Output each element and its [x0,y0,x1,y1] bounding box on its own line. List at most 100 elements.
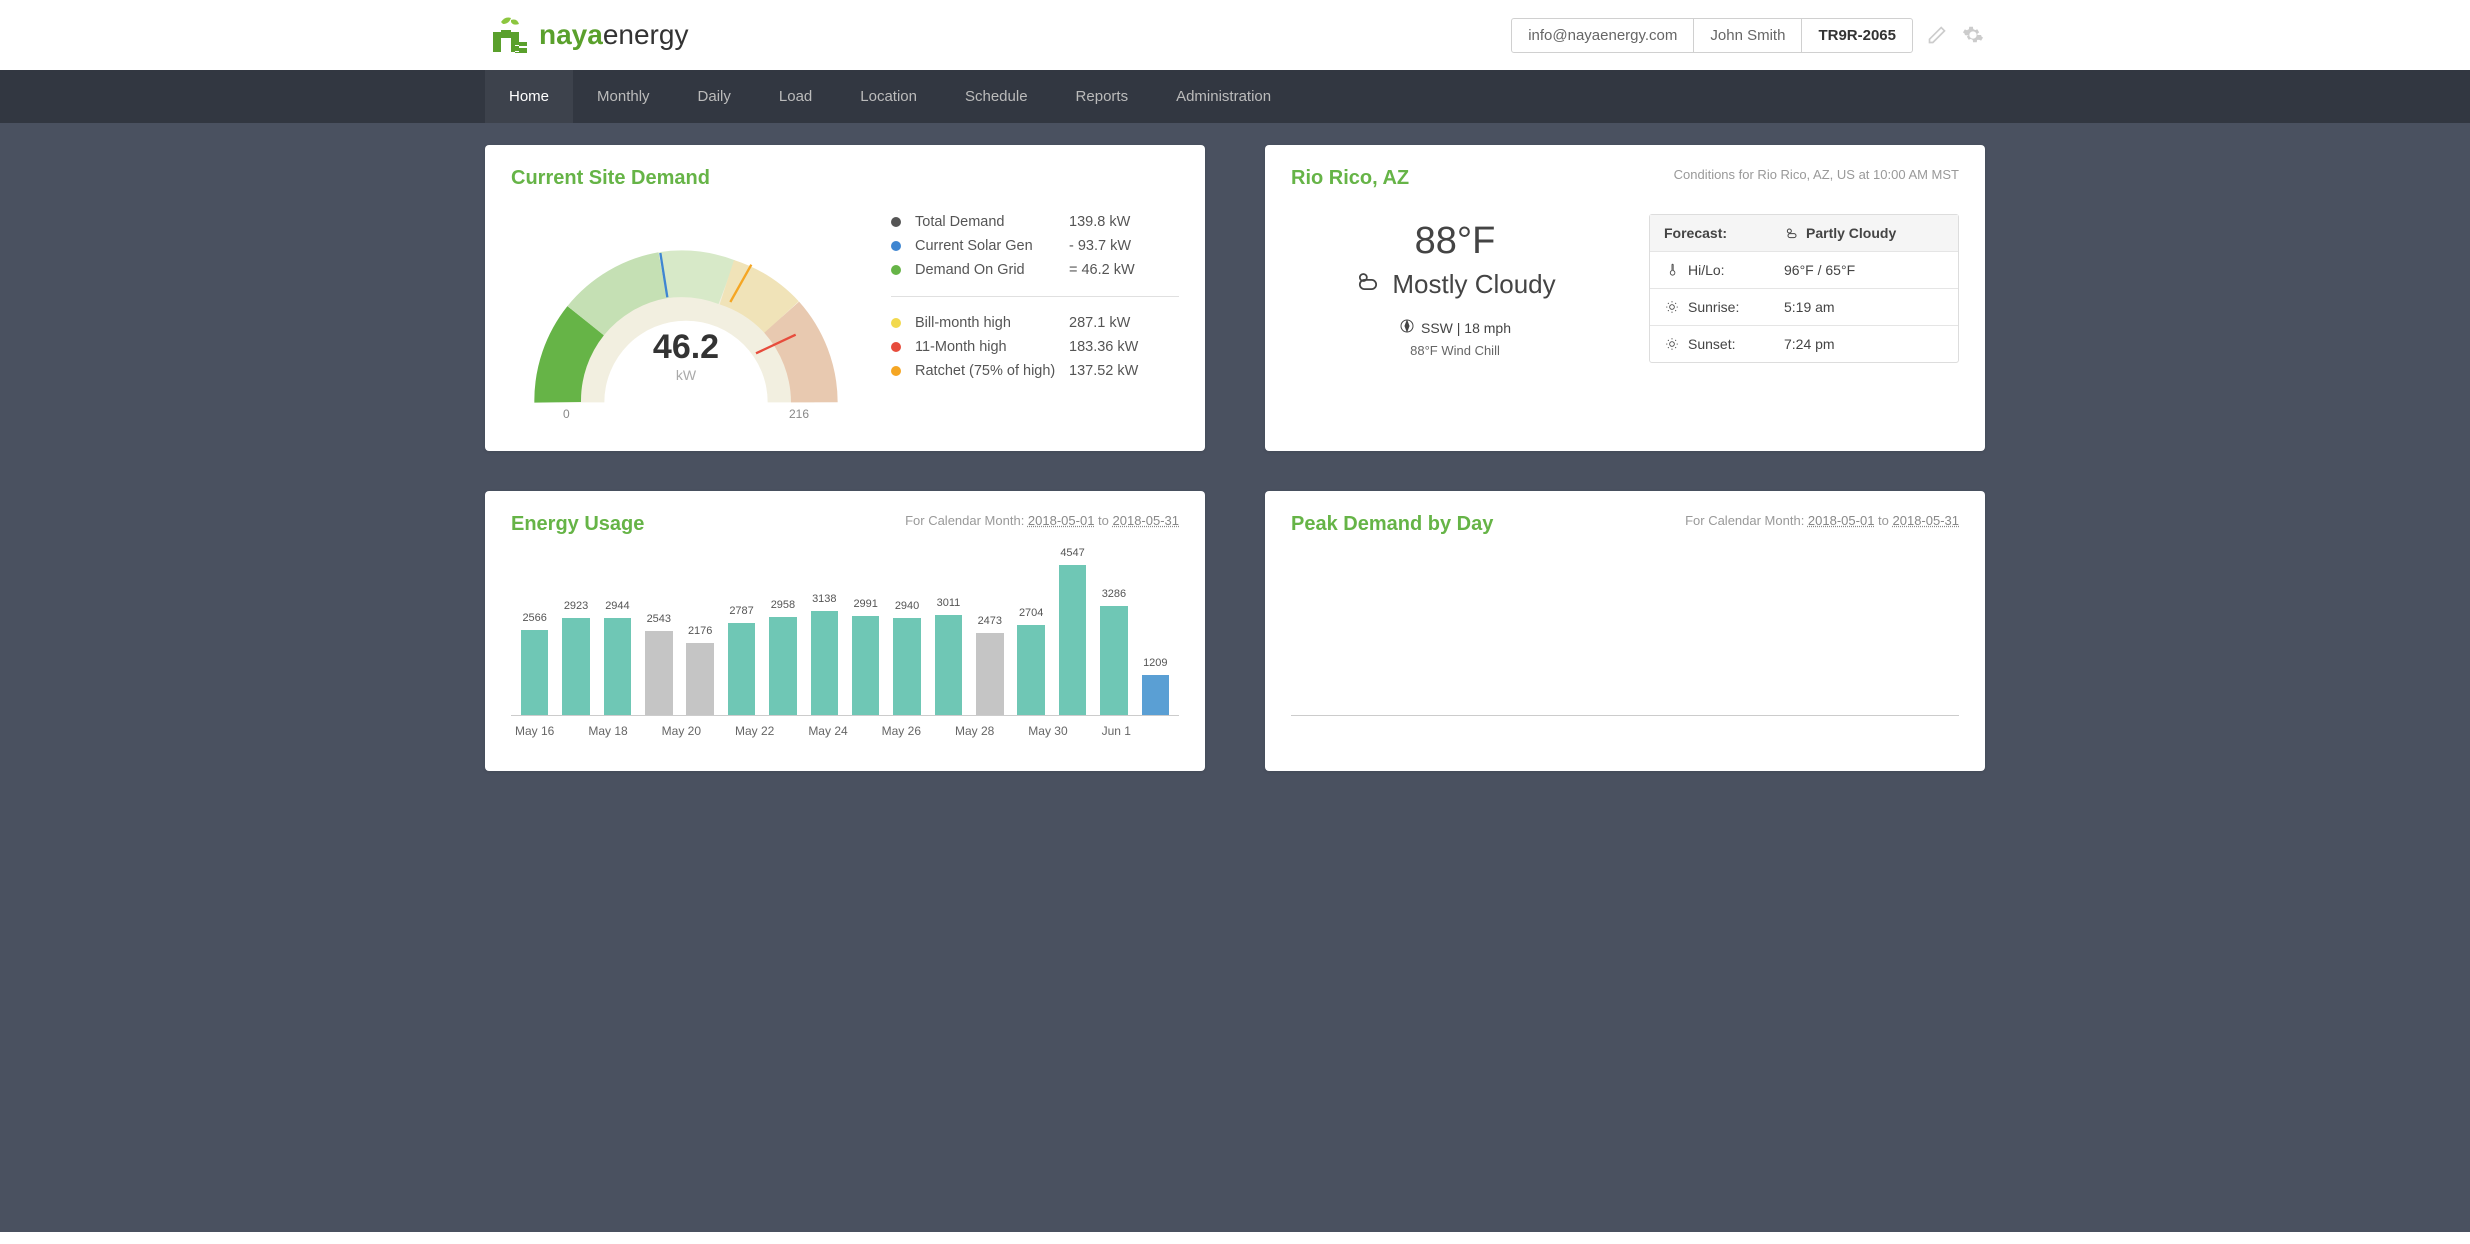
bar-label: 2566 [522,612,546,624]
panel-weather: Rio Rico, AZ Conditions for Rio Rico, AZ… [1265,145,1985,451]
nav-home[interactable]: Home [485,70,573,123]
sunset-value: 7:24 pm [1784,336,1835,352]
legend-dot [891,241,901,251]
legend-label: Total Demand [915,214,1069,230]
peak-from-link[interactable]: 2018-05-01 [1808,513,1875,528]
legend-row: Total Demand139.8 kW [891,210,1179,234]
bar-label: 3138 [812,593,836,605]
nav-load[interactable]: Load [755,70,836,123]
weather-condition: Mostly Cloudy [1392,269,1555,300]
weather-subtitle: Conditions for Rio Rico, AZ, US at 10:00… [1674,167,1959,182]
panel-usage: Energy Usage For Calendar Month: 2018-05… [485,491,1205,771]
sunrise-label: Sunrise: [1688,299,1739,315]
logo[interactable]: nayaenergy [485,12,688,58]
bar-label: 2944 [605,600,629,612]
bar[interactable]: 2787 [722,623,761,715]
header-user[interactable]: John Smith [1694,19,1802,52]
x-tick: May 22 [735,724,808,738]
cloud-icon [1354,267,1382,302]
bar[interactable]: 4547 [1053,565,1092,715]
nav-monthly[interactable]: Monthly [573,70,674,123]
legend-dot [891,318,901,328]
gear-icon[interactable] [1961,23,1985,47]
bar[interactable]: 2566 [515,630,554,715]
peak-range: For Calendar Month: 2018-05-01 to 2018-0… [1685,513,1959,528]
x-tick: May 18 [588,724,661,738]
weather-chill: 88°F Wind Chill [1291,343,1619,358]
bar[interactable]: 2543 [639,631,678,715]
account-box: info@nayaenergy.com John Smith TR9R-2065 [1511,18,1913,53]
nav-daily[interactable]: Daily [674,70,755,123]
bar[interactable]: 2940 [887,618,926,715]
sunrise-value: 5:19 am [1784,299,1835,315]
legend-dot [891,265,901,275]
bar[interactable]: 2958 [763,617,802,715]
usage-range: For Calendar Month: 2018-05-01 to 2018-0… [905,513,1179,528]
legend-row: Demand On Grid= 46.2 kW [891,258,1179,282]
legend-value: - 93.7 kW [1069,238,1179,254]
bar-label: 2473 [978,615,1002,627]
x-tick: May 20 [662,724,735,738]
bar[interactable]: 2473 [970,633,1009,715]
forecast-table: Forecast: Partly Cloudy [1649,214,1959,363]
panel-demand: Current Site Demand [485,145,1205,451]
peak-chart [1291,556,1959,746]
demand-legend: Total Demand139.8 kW Current Solar Gen- 9… [891,204,1179,383]
nav-reports[interactable]: Reports [1052,70,1153,123]
nav-administration[interactable]: Administration [1152,70,1295,123]
thermometer-icon [1664,262,1680,278]
legend-dot [891,342,901,352]
header-email[interactable]: info@nayaenergy.com [1512,19,1694,52]
panel-peak: Peak Demand by Day For Calendar Month: 2… [1265,491,1985,771]
legend-label: Bill-month high [915,315,1069,331]
bar[interactable]: 2944 [598,618,637,715]
bar-label: 2787 [729,605,753,617]
bar[interactable]: 3286 [1094,606,1133,714]
usage-from-link[interactable]: 2018-05-01 [1028,513,1095,528]
forecast-value: Partly Cloudy [1806,225,1896,241]
legend-label: Demand On Grid [915,262,1069,278]
weather-temp: 88°F [1291,220,1619,263]
legend-value: 183.36 kW [1069,339,1179,355]
peak-to-link[interactable]: 2018-05-31 [1893,513,1960,528]
gauge-value: 46.2 [653,328,719,367]
legend-label: Current Solar Gen [915,238,1069,254]
bar[interactable]: 2923 [556,618,595,714]
legend-value: 137.52 kW [1069,363,1179,379]
logo-icon [485,12,531,58]
demand-gauge: 46.2 kW 0 216 [511,204,861,429]
header-code[interactable]: TR9R-2065 [1802,19,1912,52]
partly-cloudy-icon [1784,225,1800,241]
bar-label: 2923 [564,600,588,612]
legend-label: Ratchet (75% of high) [915,363,1069,379]
legend-label: 11-Month high [915,339,1069,355]
usage-to-link[interactable]: 2018-05-31 [1113,513,1180,528]
legend-value: 287.1 kW [1069,315,1179,331]
main-nav: HomeMonthlyDailyLoadLocationScheduleRepo… [465,70,2005,123]
legend-row: 11-Month high183.36 kW [891,335,1179,359]
bar-label: 4547 [1060,547,1084,559]
bar-label: 2940 [895,600,919,612]
bar[interactable]: 3011 [929,615,968,714]
usage-chart: 2566292329442543217627872958313829912940… [511,556,1179,746]
x-tick: May 26 [882,724,955,738]
bar-label: 1209 [1143,657,1167,669]
bar[interactable]: 3138 [805,611,844,715]
sunrise-icon [1664,299,1680,315]
bar-label: 2176 [688,625,712,637]
bar[interactable]: 2704 [1012,625,1051,714]
bar[interactable]: 1209 [1136,675,1175,715]
nav-location[interactable]: Location [836,70,941,123]
brand-rest: energy [603,19,689,50]
bar-label: 2958 [771,599,795,611]
legend-row: Bill-month high287.1 kW [891,311,1179,335]
bar[interactable]: 2176 [681,643,720,715]
legend-dot [891,217,901,227]
legend-row: Ratchet (75% of high)137.52 kW [891,359,1179,383]
nav-schedule[interactable]: Schedule [941,70,1052,123]
compass-icon [1399,318,1415,337]
edit-icon[interactable] [1925,23,1949,47]
x-tick: May 28 [955,724,1028,738]
bar[interactable]: 2991 [846,616,885,715]
panel-demand-title: Current Site Demand [511,167,1179,190]
